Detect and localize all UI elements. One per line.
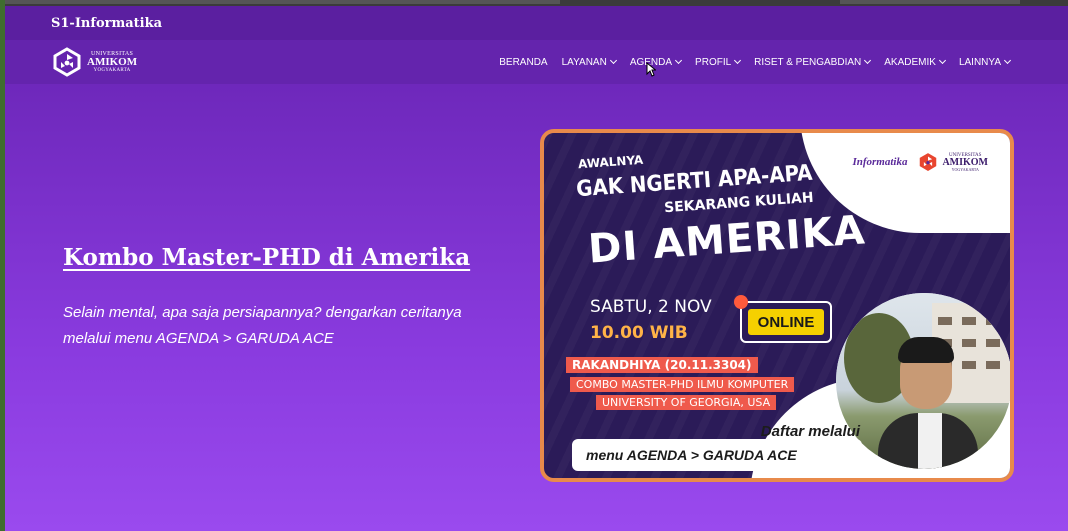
amikom-logo-line2: AMIKOM — [942, 156, 988, 168]
live-dot-icon — [734, 295, 748, 309]
online-label: ONLINE — [748, 309, 824, 335]
logo-line2: AMIKOM — [87, 56, 138, 68]
speaker-photo — [836, 293, 1010, 469]
amikom-logo-icon — [53, 47, 81, 77]
chevron-down-icon — [1003, 56, 1012, 65]
nav-item-beranda[interactable]: BERANDA — [499, 57, 547, 68]
nav-item-layanan[interactable]: LAYANAN — [561, 56, 617, 68]
chevron-down-icon — [938, 56, 946, 65]
chevron-down-icon — [609, 56, 617, 65]
nav-item-akademik[interactable]: AKADEMIK — [884, 56, 946, 68]
poster-university: UNIVERSITY OF GEORGIA, USA — [596, 395, 777, 410]
nav-item-riset-pengabdian[interactable]: RISET & PENGABDIAN — [754, 56, 872, 68]
informatika-logo: Informatika — [852, 155, 908, 168]
amikom-logo-line3: YOGYAKARTA — [951, 166, 979, 172]
nav-item-label: LAINNYA — [958, 56, 1001, 68]
logo-text: UNIVERSITAS AMIKOM YOGYAKARTA — [87, 51, 137, 73]
chevron-down-icon — [734, 56, 742, 65]
poster-speaker: RAKANDHIYA (20.11.3304) — [566, 357, 758, 373]
hero-title-link[interactable]: Kombo Master-PHD di Amerika — [63, 244, 470, 271]
logo-line3: YOGYAKARTA — [93, 68, 131, 73]
nav-item-label: BERANDA — [499, 56, 548, 68]
chevron-down-icon — [675, 56, 683, 65]
amikom-poster-logo: UNIVERSITAS AMIKOM YOGYAKARTA — [917, 151, 988, 173]
poster-menu-text: menu AGENDA > GARUDA ACE — [572, 439, 862, 471]
nav-menu: BERANDA LAYANAN AGENDA PROFIL RISET & PE… — [499, 40, 1012, 84]
nav-item-label: AKADEMIK — [884, 56, 936, 68]
poster-logos: Informatika UNIVERSITAS AMIKOM YOGYAKART… — [852, 151, 988, 173]
informatika-logo-text: Informatika — [852, 155, 908, 168]
nav-item-profil[interactable]: PROFIL — [695, 56, 742, 68]
poster-date: SABTU, 2 NOV — [590, 297, 712, 317]
mouse-cursor-icon — [646, 62, 656, 77]
chevron-down-icon — [864, 56, 872, 65]
poster-daftar-text: Daftar melalui — [760, 423, 860, 440]
nav-item-label: RISET & PENGABDIAN — [754, 56, 862, 68]
event-poster[interactable]: Informatika UNIVERSITAS AMIKOM YOGYAKART… — [540, 129, 1014, 482]
online-badge: ONLINE — [734, 295, 832, 343]
site-name[interactable]: S1-Informatika — [51, 16, 162, 31]
nav-item-lainnya[interactable]: LAINNYA — [958, 56, 1012, 68]
amikom-logo-icon — [920, 153, 937, 171]
hero-description: Selain mental, apa saja persiapannya? de… — [63, 304, 462, 347]
nav-item-label: PROFIL — [695, 56, 732, 68]
nav-item-label: LAYANAN — [561, 56, 607, 68]
hero-section: Kombo Master-PHD di Amerika Selain menta… — [5, 84, 1068, 531]
top-bar: S1-Informatika — [5, 6, 1068, 40]
poster-time: 10.00 WIB — [590, 323, 688, 343]
main-navbar: UNIVERSITAS AMIKOM YOGYAKARTA BERANDA LA… — [5, 40, 1068, 84]
poster-program: COMBO MASTER-PHD ILMU KOMPUTER — [570, 377, 795, 392]
site-logo[interactable]: UNIVERSITAS AMIKOM YOGYAKARTA — [51, 46, 137, 78]
